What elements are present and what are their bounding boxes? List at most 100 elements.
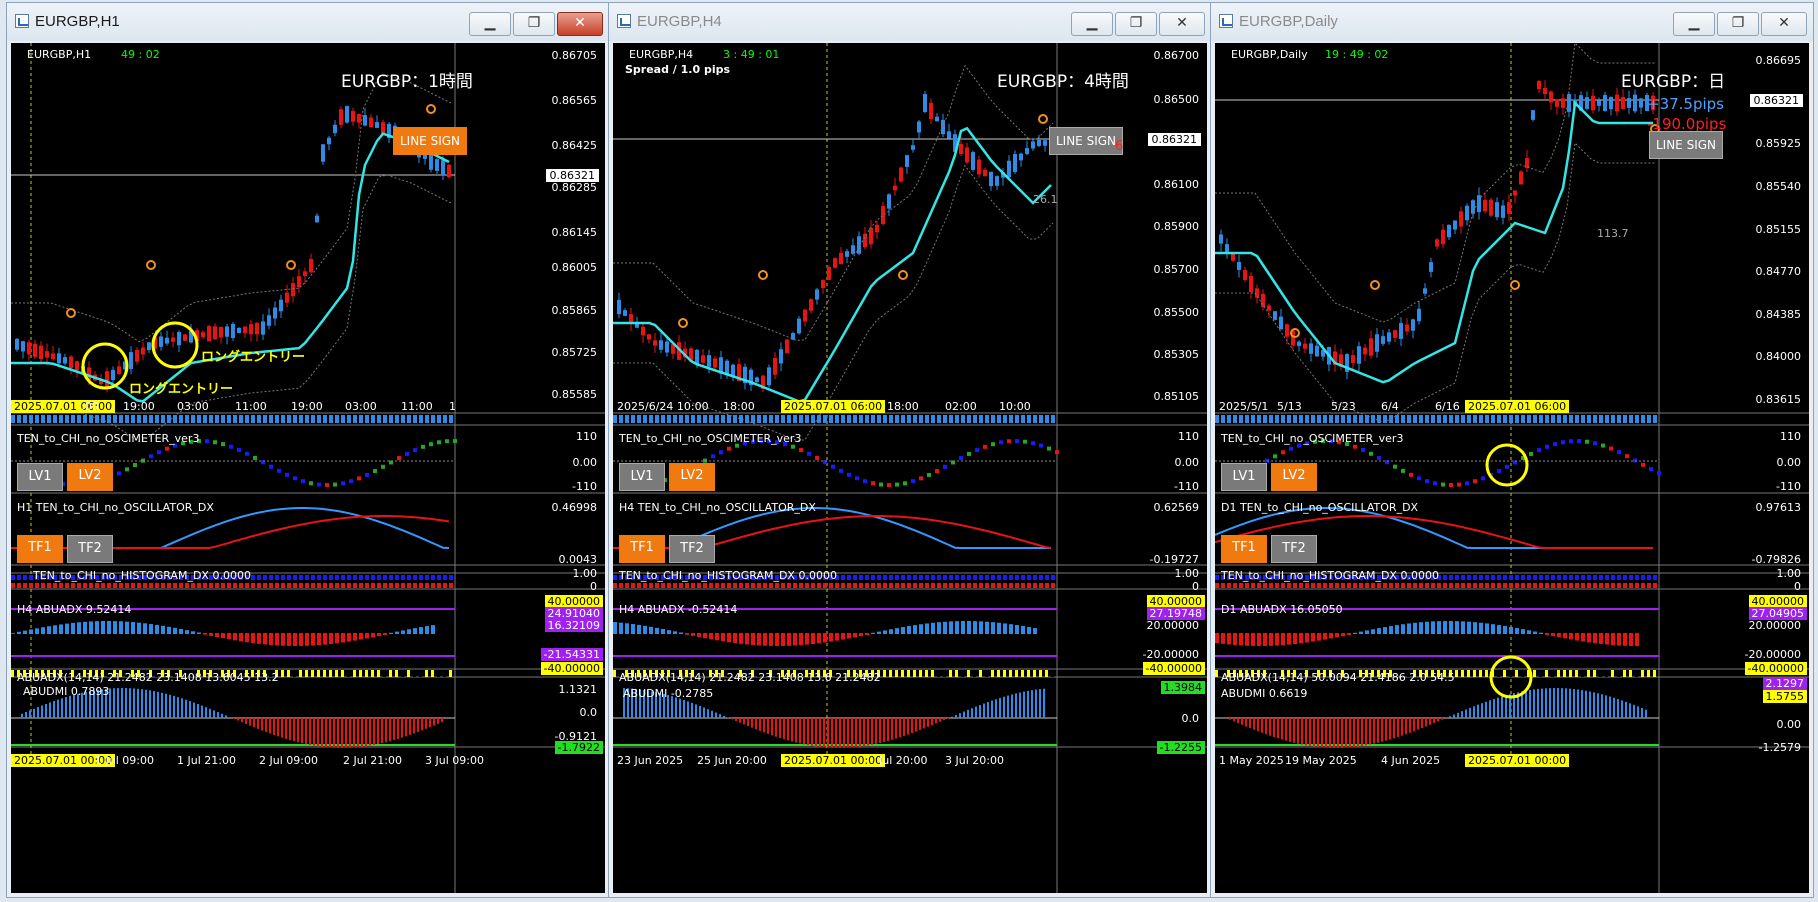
histogram-cell <box>1527 583 1531 588</box>
candle-body <box>51 353 55 360</box>
close-button[interactable]: ✕ <box>557 12 603 36</box>
abudmi-bar <box>855 718 857 748</box>
chart-area[interactable]: EURGBP,H4 3 : 49 : 01 Spread / 1.0 pips … <box>613 43 1207 893</box>
histogram-cell <box>1009 583 1013 588</box>
candle-body <box>21 341 25 352</box>
candle-body <box>177 332 181 346</box>
abudmi-bar <box>353 718 355 748</box>
trend-strip-cell <box>1311 415 1315 423</box>
tf1-button[interactable]: TF1 <box>1221 535 1267 563</box>
chart-window-h4[interactable]: EURGBP,H4 ▁ ❐ ✕ EURGBP,H4 3 : 49 : 01 Sp… <box>608 2 1212 898</box>
abuadx-bar <box>407 629 411 634</box>
abuadx-bar <box>835 633 839 641</box>
abudmi-bar <box>1489 700 1491 718</box>
lv2-button[interactable]: LV2 <box>669 463 715 491</box>
candle-body <box>833 258 837 268</box>
maximize-button[interactable]: ❐ <box>513 12 555 36</box>
candle-body <box>1249 276 1253 292</box>
minimize-button[interactable]: ▁ <box>1071 12 1113 36</box>
trend-strip-cell <box>77 415 81 423</box>
minimize-button[interactable]: ▁ <box>469 12 511 36</box>
candle-body <box>767 367 771 386</box>
lv1-button[interactable]: LV1 <box>17 463 63 491</box>
lv2-button[interactable]: LV2 <box>1271 463 1317 491</box>
abuadx-bar <box>65 623 69 634</box>
titlebar[interactable]: EURGBP,Daily ▁ ❐ ✕ <box>1211 3 1813 41</box>
tf2-button[interactable]: TF2 <box>67 535 113 563</box>
histogram-cell <box>739 583 743 588</box>
histogram-cell <box>1497 575 1501 580</box>
candle-body <box>171 337 175 342</box>
line-sign-button[interactable]: LINE SIGN <box>393 127 467 155</box>
trend-strip-cell <box>1281 415 1285 423</box>
chart-window-h1[interactable]: EURGBP,H1 ▁ ❐ ✕ EURGBP,H1 49 : 02 EURGBP… <box>6 2 610 898</box>
abudmi-bar <box>249 718 251 726</box>
line-sign-button[interactable]: LINE SIGN <box>1649 131 1723 159</box>
titlebar[interactable]: EURGBP,H1 ▁ ❐ ✕ <box>7 3 609 41</box>
abudmi-bar <box>197 704 199 718</box>
tf1-button[interactable]: TF1 <box>17 535 63 563</box>
histogram-cell <box>443 583 447 588</box>
abudmi-bar <box>193 702 195 718</box>
maximize-button[interactable]: ❐ <box>1115 12 1157 36</box>
abuadx-bar <box>937 622 941 634</box>
candle-body <box>135 349 139 362</box>
histogram-cell <box>329 575 333 580</box>
chart-area[interactable]: EURGBP,H1 49 : 02 EURGBP：1時間 LINE SIGN 0… <box>11 43 605 893</box>
close-button[interactable]: ✕ <box>1761 12 1807 36</box>
trend-strip-cell <box>907 415 911 423</box>
histogram-cell <box>1479 583 1483 588</box>
abuadx-bar <box>1587 633 1591 643</box>
trend-strip-cell <box>227 415 231 423</box>
trend-strip-cell <box>371 415 375 423</box>
abuadx-signal-cell <box>1033 670 1036 677</box>
chart-window-daily[interactable]: EURGBP,Daily ▁ ❐ ✕ EURGBP,Daily 19 : 49 … <box>1210 2 1814 898</box>
candle-body <box>893 185 897 191</box>
abuadx-bar <box>967 621 971 634</box>
abudmi-bar <box>1561 688 1563 718</box>
abuadx-bar <box>751 633 755 645</box>
trend-strip-cell <box>1045 415 1049 423</box>
lv2-button[interactable]: LV2 <box>67 463 113 491</box>
oscimeter-dot <box>429 442 433 447</box>
close-button[interactable]: ✕ <box>1159 12 1205 36</box>
chart-area[interactable]: EURGBP,Daily 19 : 49 : 02 EURGBP：日 +37.5… <box>1215 43 1809 893</box>
maximize-button[interactable]: ❐ <box>1717 12 1759 36</box>
abudmi-bar <box>811 718 813 746</box>
abudmi-bar <box>803 718 805 745</box>
histogram-cell <box>1647 583 1651 588</box>
abudmi-bar <box>1633 704 1635 718</box>
signal-marker <box>146 260 156 270</box>
histogram-cell <box>1305 583 1309 588</box>
abudmi-bar <box>1645 709 1647 718</box>
histogram-cell <box>925 575 929 580</box>
abuadx-bar <box>197 632 201 634</box>
histogram-cell <box>715 583 719 588</box>
histogram-cell <box>449 583 453 588</box>
envelope-upper <box>1215 43 1655 323</box>
tf1-button[interactable]: TF1 <box>619 535 665 563</box>
oscimeter-name: TEN_to_CHI_no_OSCIMETER_ver3 <box>619 432 802 445</box>
trend-strip-cell <box>1245 415 1249 423</box>
osc-level: -110 <box>1174 480 1199 493</box>
candle-body <box>261 321 265 335</box>
abudmi-bar <box>169 694 171 718</box>
histogram-cell <box>395 575 399 580</box>
histogram-cell <box>973 575 977 580</box>
candle-body <box>827 267 831 280</box>
lv1-button[interactable]: LV1 <box>619 463 665 491</box>
histogram-cell <box>1021 575 1025 580</box>
candle-body <box>911 145 915 150</box>
minimize-button[interactable]: ▁ <box>1673 12 1715 36</box>
trend-strip-cell <box>113 415 117 423</box>
candle-body <box>1567 94 1571 112</box>
abuadx-bar <box>1233 633 1237 645</box>
line-sign-button[interactable]: LINE SIGN <box>1049 127 1123 155</box>
histogram-cell <box>1479 575 1483 580</box>
histogram-cell <box>1599 583 1603 588</box>
candle-body <box>219 326 223 338</box>
lv1-button[interactable]: LV1 <box>1221 463 1267 491</box>
tf2-button[interactable]: TF2 <box>669 535 715 563</box>
titlebar[interactable]: EURGBP,H4 ▁ ❐ ✕ <box>609 3 1211 41</box>
tf2-button[interactable]: TF2 <box>1271 535 1317 563</box>
